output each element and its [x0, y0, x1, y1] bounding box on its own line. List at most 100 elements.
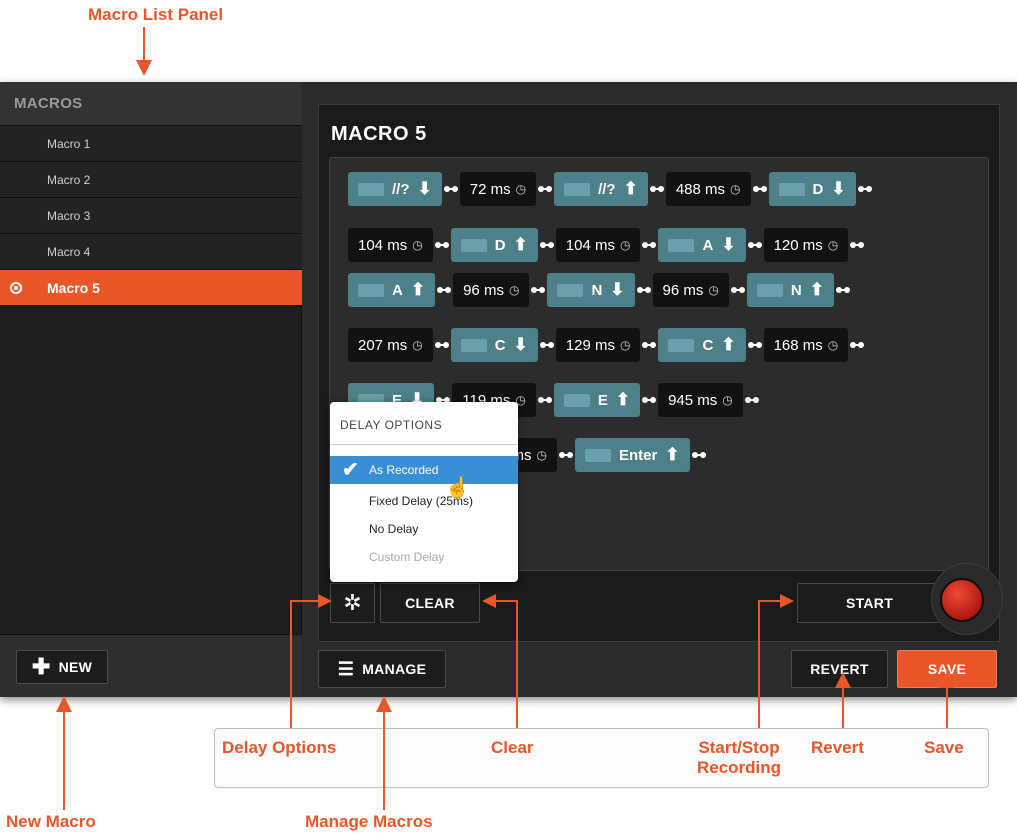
delay-event-chip[interactable]: 96 ms ◷: [652, 273, 729, 307]
callout-start-stop-line2: Recording: [696, 758, 782, 777]
event-connector: [635, 273, 653, 307]
key-label: D: [494, 236, 506, 254]
delay-label: 96 ms: [662, 281, 704, 299]
hand-cursor-icon: ☝: [445, 477, 470, 499]
event-connector: [848, 228, 866, 262]
key-label: //?: [392, 180, 410, 198]
event-row: A ⬆ 96 ms ◷ N ⬇ 96 ms ◷ N ⬆: [348, 273, 852, 307]
macro-list-item[interactable]: Macro 2: [0, 162, 302, 198]
arrow-clear-h: [496, 600, 518, 602]
macro-item-label: Macro 3: [47, 209, 91, 223]
delay-event-chip[interactable]: 104 ms ◷: [555, 228, 641, 262]
arrow-head-delay-options: [318, 594, 332, 608]
clock-icon: ◷: [412, 238, 423, 252]
record-icon[interactable]: [940, 578, 984, 622]
keyboard-icon: [557, 283, 584, 297]
clock-icon: ◷: [515, 182, 527, 196]
callout-start-stop: Start/Stop Recording: [689, 738, 789, 778]
delay-event-chip[interactable]: 945 ms ◷: [658, 383, 743, 417]
key-event-chip[interactable]: A ⬇: [658, 228, 746, 262]
arrow-start: [758, 600, 760, 728]
event-connector: [729, 273, 747, 307]
key-label: Enter: [618, 446, 658, 464]
delay-label: 129 ms: [565, 336, 615, 354]
event-connector: [433, 328, 451, 362]
key-event-chip[interactable]: E ⬆: [553, 383, 641, 417]
delay-options-divider: [330, 444, 518, 445]
delay-option-as-recorded[interactable]: ✔ As Recorded: [330, 456, 518, 484]
arrow-up-icon: ⬆: [809, 280, 824, 299]
event-connector: [538, 328, 556, 362]
delay-option-fixed[interactable]: Fixed Delay (25ms): [330, 487, 518, 515]
key-label: C: [494, 336, 506, 354]
callout-delay-options: Delay Options: [222, 738, 337, 757]
delay-event-chip[interactable]: 207 ms ◷: [348, 328, 433, 362]
arrow-head-new-macro: [56, 696, 72, 712]
delay-options-button[interactable]: ✲: [330, 583, 375, 623]
callout-new-macro: New Macro: [6, 812, 96, 831]
key-event-chip[interactable]: //? ⬇: [348, 172, 442, 206]
clock-icon: ◷: [827, 238, 839, 252]
key-event-chip[interactable]: D ⬇: [768, 172, 856, 206]
start-recording-button[interactable]: START: [797, 583, 942, 623]
callout-save: Save: [924, 738, 964, 757]
delay-event-chip[interactable]: 96 ms ◷: [453, 273, 530, 307]
event-connector: [848, 328, 866, 362]
delay-event-chip[interactable]: 168 ms ◷: [763, 328, 849, 362]
new-macro-button[interactable]: ✚ NEW: [16, 650, 108, 684]
keyboard-icon: [460, 238, 487, 252]
arrow-down-icon: ⬇: [513, 335, 528, 354]
key-event-chip[interactable]: N ⬆: [746, 273, 834, 307]
delay-option-no-delay[interactable]: No Delay: [330, 515, 518, 543]
macro-item-label: Macro 2: [47, 173, 91, 187]
arrow-down-icon: ⬇: [610, 280, 625, 299]
macro-list-item[interactable]: Macro 4: [0, 234, 302, 270]
key-event-chip[interactable]: //? ⬆: [554, 172, 648, 206]
delay-event-chip[interactable]: 104 ms ◷: [348, 228, 433, 262]
arrow-head-macro-list: [136, 60, 152, 76]
event-connector: [746, 228, 764, 262]
delay-label: 72 ms: [469, 180, 511, 198]
macro-list-item[interactable]: Macro 1: [0, 126, 302, 162]
delay-option-label: No Delay: [369, 522, 419, 536]
key-event-chip[interactable]: N ⬇: [547, 273, 635, 307]
macro-list-item-active[interactable]: Macro 5: [0, 270, 302, 306]
manage-macros-button[interactable]: ☰ MANAGE: [318, 650, 446, 688]
event-connector: [536, 383, 554, 417]
key-event-chip[interactable]: D ⬆: [450, 228, 538, 262]
event-connector: [834, 273, 852, 307]
event-connector: [648, 172, 666, 206]
event-connector: [435, 273, 453, 307]
arrow-down-icon: ⬇: [831, 179, 846, 198]
key-event-chip[interactable]: C ⬇: [450, 328, 538, 362]
keyboard-icon: [564, 182, 591, 196]
callout-revert: Revert: [811, 738, 864, 757]
arrow-head-start: [780, 594, 794, 608]
delay-event-chip[interactable]: 120 ms ◷: [763, 228, 849, 262]
event-connector: [743, 383, 761, 417]
arrow-up-icon: ⬆: [410, 280, 426, 299]
delay-option-label: As Recorded: [369, 463, 439, 477]
delay-label: 488 ms: [675, 180, 726, 198]
arrow-delay-options: [290, 600, 292, 728]
key-label: A: [702, 236, 714, 254]
delay-event-chip[interactable]: 488 ms ◷: [665, 172, 751, 206]
new-macro-label: NEW: [58, 659, 93, 675]
clear-button[interactable]: CLEAR: [380, 583, 480, 623]
delay-label: 207 ms: [358, 336, 408, 354]
arrow-manage: [383, 710, 385, 810]
callout-manage-macros: Manage Macros: [305, 812, 433, 831]
delay-event-chip[interactable]: 72 ms ◷: [459, 172, 537, 206]
delay-event-chip[interactable]: 129 ms ◷: [555, 328, 641, 362]
clock-icon: ◷: [722, 393, 733, 407]
key-event-chip[interactable]: C ⬆: [658, 328, 746, 362]
arrow-head-revert: [835, 672, 851, 688]
keyboard-icon: [668, 338, 695, 352]
event-connector: [640, 328, 658, 362]
macro-list-item[interactable]: Macro 3: [0, 198, 302, 234]
check-icon: ✔: [342, 459, 359, 481]
key-event-chip[interactable]: A ⬆: [348, 273, 436, 307]
key-event-chip[interactable]: Enter ⬆: [574, 438, 690, 472]
clock-icon: ◷: [536, 448, 547, 462]
keyboard-icon: [584, 448, 611, 462]
